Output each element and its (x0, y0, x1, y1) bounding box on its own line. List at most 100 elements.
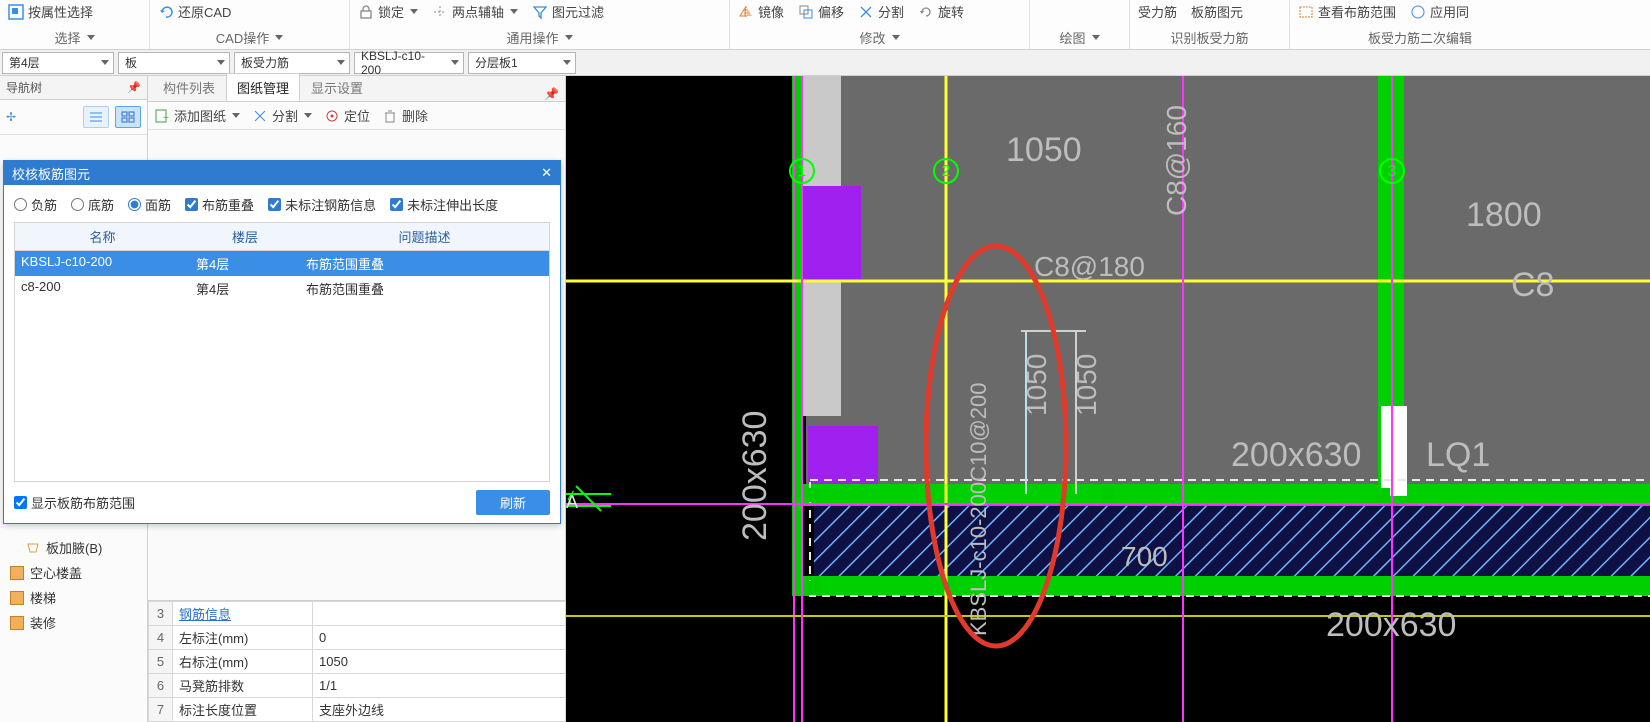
folder-icon (10, 591, 24, 605)
table-row[interactable]: c8-200 第4层 布筋范围重叠 (15, 276, 549, 301)
dim-700: 700 (1121, 541, 1168, 572)
btn-restore-cad[interactable]: 还原CAD (158, 2, 231, 21)
btn-lock[interactable]: 锁定 (358, 2, 418, 21)
nav-item[interactable]: 空心楼盖 (0, 560, 147, 585)
label-lq1: LQ1 (1426, 436, 1490, 474)
dd-type[interactable]: 板受力筋 (234, 52, 350, 74)
tb-delete[interactable]: 删除 (382, 106, 428, 125)
offset-icon (798, 4, 814, 20)
nav-item[interactable]: 装修 (0, 610, 147, 635)
label-200x630-b: 200x630 (736, 411, 774, 541)
table-row[interactable]: KBSLJ-c10-200 第4层 布筋范围重叠 (15, 251, 549, 276)
label-c8-160: C8@160 (1161, 105, 1192, 216)
split-icon (858, 4, 874, 20)
axis-2: 2 (942, 163, 951, 180)
dialog-title: 校核板筋图元 (12, 164, 90, 183)
close-icon[interactable]: ✕ (541, 165, 552, 181)
col-name[interactable]: 名称 (15, 223, 190, 250)
radio-neg[interactable]: 负筋 (14, 195, 57, 214)
dd-floor[interactable]: 第4层 (2, 52, 114, 74)
property-grid: 3钢筋信息 4左标注(mm)0 5右标注(mm)1050 6马凳筋排数1/1 7… (148, 600, 566, 722)
tb-add-drawing[interactable]: +添加图纸 (154, 106, 240, 125)
prop-row[interactable]: 3钢筋信息 (149, 602, 566, 626)
label-c8-180: C8@180 (1034, 251, 1145, 282)
dd-layer[interactable]: 分层板1 (468, 52, 576, 74)
prop-row[interactable]: 4左标注(mm)0 (149, 626, 566, 650)
tabs: 构件列表 图纸管理 显示设置 📌 (148, 76, 565, 102)
dd-category[interactable]: 板 (118, 52, 230, 74)
list-icon (89, 111, 103, 123)
nav-item[interactable]: 楼梯 (0, 585, 147, 610)
prop-row[interactable]: 5右标注(mm)1050 (149, 650, 566, 674)
btn-offset[interactable]: 偏移 (798, 2, 844, 21)
btn-view-range[interactable]: 查看布筋范围 (1298, 2, 1396, 21)
label-200x630-a: 200x630 (1231, 436, 1361, 474)
ribbon: 按属性选择 选择 还原CAD CAD操作 锁定 两点辅轴 图元过滤 通用操作 镜… (0, 0, 1650, 50)
svg-text:+: + (163, 113, 169, 124)
prop-row[interactable]: 6马凳筋排数1/1 (149, 674, 566, 698)
tab-components[interactable]: 构件列表 (152, 73, 226, 101)
undo-icon (158, 4, 174, 20)
drawing-toolbar: +添加图纸 分割 定位 删除 (148, 102, 565, 130)
chk-noext[interactable]: 未标注伸出长度 (390, 195, 498, 214)
issues-table: 名称 楼层 问题描述 KBSLJ-c10-200 第4层 布筋范围重叠 c8-2… (14, 222, 550, 482)
slab-haunch-icon (26, 541, 40, 555)
grid-icon (121, 111, 135, 123)
col-desc[interactable]: 问题描述 (300, 223, 549, 250)
locate-icon (324, 108, 340, 124)
range-icon (1298, 4, 1314, 20)
expand-toggle[interactable]: ✢ (6, 110, 16, 124)
add-drawing-icon: + (154, 108, 170, 124)
btn-force-rebar[interactable]: 受力筋 (1138, 2, 1177, 21)
btn-mirror[interactable]: 镜像 (738, 2, 784, 21)
refresh-button[interactable]: 刷新 (476, 490, 550, 515)
dim-1050b: 1050 (1071, 354, 1102, 416)
select-icon (8, 4, 24, 20)
dim-1050-top: 1050 (1006, 131, 1082, 169)
chk-show-range[interactable]: 显示板筋布筋范围 (14, 493, 135, 512)
axis-A: A (566, 492, 578, 512)
btn-select-by-prop[interactable]: 按属性选择 (8, 2, 93, 21)
pin-icon[interactable]: 📌 (538, 87, 565, 101)
axis-1: 1 (798, 163, 807, 180)
pin-icon[interactable]: 📌 (127, 81, 141, 94)
axis-icon (432, 4, 448, 20)
chk-nosteel[interactable]: 未标注钢筋信息 (268, 195, 376, 214)
btn-slab-rebar-elem[interactable]: 板筋图元 (1191, 2, 1243, 21)
rotate-icon (918, 4, 934, 20)
nav-header: 导航树📌 (0, 76, 147, 100)
check-rebar-dialog: 校核板筋图元 ✕ 负筋 底筋 面筋 布筋重叠 未标注钢筋信息 未标注伸出长度 名… (3, 160, 561, 524)
axis-3: 3 (1388, 163, 1397, 180)
tb-locate[interactable]: 定位 (324, 106, 370, 125)
radio-btm[interactable]: 底筋 (71, 195, 114, 214)
dd-item[interactable]: KBSLJ-c10-200 (354, 52, 464, 74)
view-grid-icon[interactable] (115, 106, 141, 128)
folder-icon (10, 566, 24, 580)
dim-1800: 1800 (1466, 196, 1542, 234)
tab-drawing-mgmt[interactable]: 图纸管理 (226, 73, 300, 101)
lock-icon (358, 4, 374, 20)
btn-rotate[interactable]: 旋转 (918, 2, 964, 21)
mirror-icon (738, 4, 754, 20)
btn-two-point-axis[interactable]: 两点辅轴 (432, 2, 518, 21)
btn-split[interactable]: 分割 (858, 2, 904, 21)
apply-icon (1410, 4, 1426, 20)
col-floor[interactable]: 楼层 (190, 223, 300, 250)
prop-row[interactable]: 7标注长度位置支座外边线 (149, 698, 566, 722)
radio-top[interactable]: 面筋 (128, 195, 171, 214)
nav-item[interactable]: 板加腋(B) (0, 535, 147, 560)
cad-canvas[interactable]: 1050 1050 1 2 3 〈 A C8@180 C8@160 200x63… (566, 76, 1650, 722)
btn-apply-same[interactable]: 应用同 (1410, 2, 1469, 21)
split-icon (252, 108, 268, 124)
btn-filter[interactable]: 图元过滤 (532, 2, 604, 21)
folder-icon (10, 616, 24, 630)
svg-text:C8: C8 (1511, 266, 1554, 304)
label-kbslj: KBSLJ-c10-200C10@200 (966, 383, 991, 636)
dim-1050a: 1050 (1021, 354, 1052, 416)
label-200x630-c: 200x630 (1326, 606, 1456, 644)
tab-display[interactable]: 显示设置 (300, 73, 374, 101)
view-list-icon[interactable] (83, 106, 109, 128)
chk-overlap[interactable]: 布筋重叠 (185, 195, 254, 214)
tb-split[interactable]: 分割 (252, 106, 312, 125)
delete-icon (382, 108, 398, 124)
